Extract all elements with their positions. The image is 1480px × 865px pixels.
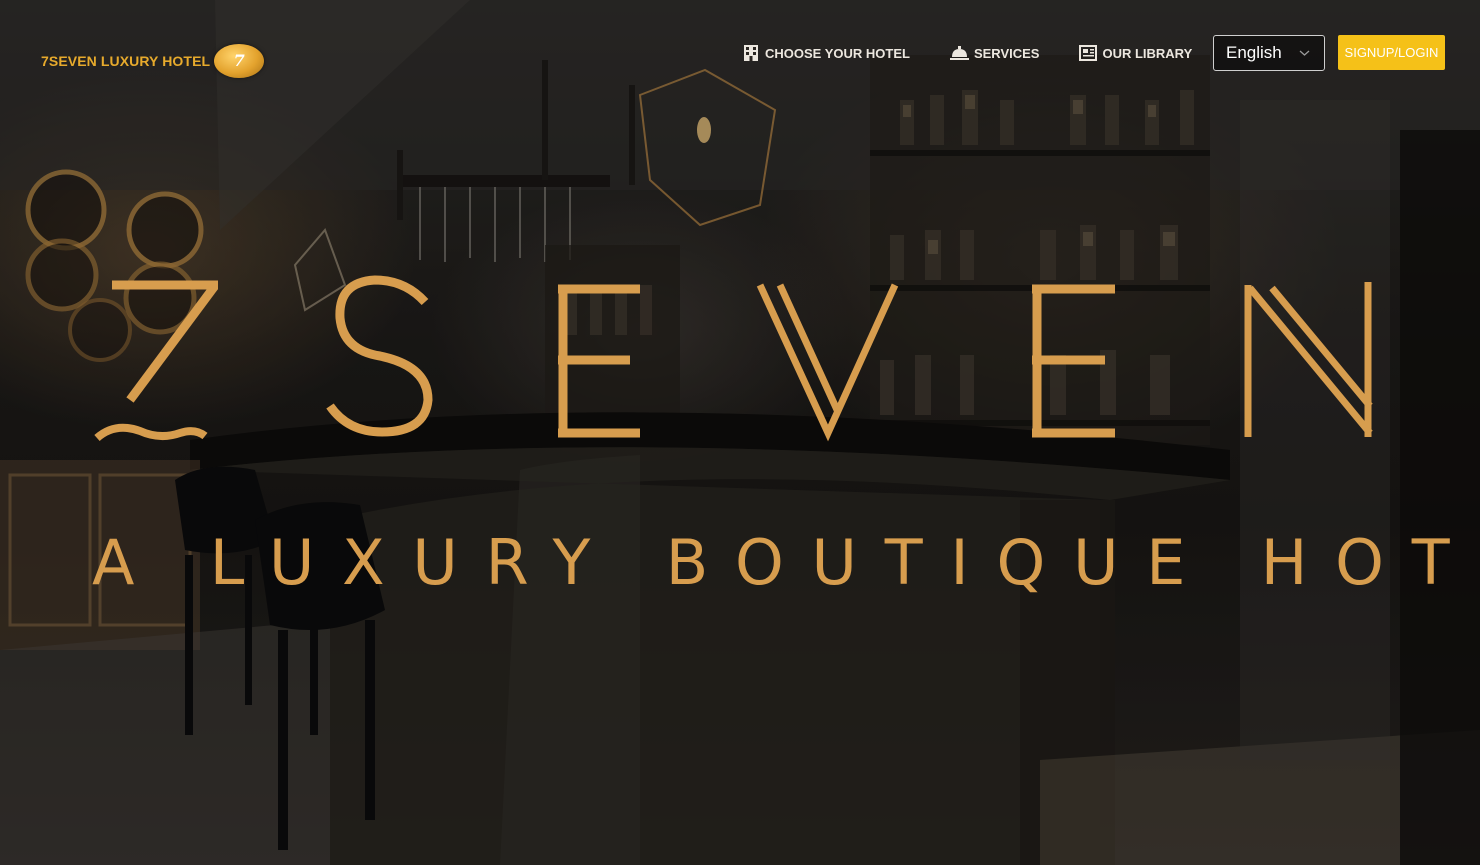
- hero-tagline: A LUXURY BOUTIQUE HOTEL: [92, 526, 1480, 599]
- wordmark-seven-numeral: [94, 280, 218, 442]
- hero-wordmark: [94, 275, 1373, 442]
- landing-page: 7SEVEN LUXURY HOTEL 7 CHOOSE YOUR HOTEL …: [0, 0, 1480, 865]
- wordmark-letter-v: [756, 283, 899, 442]
- wordmark-letter-e: [558, 284, 640, 438]
- wordmark-letter-e-2: [1032, 284, 1115, 438]
- wordmark-letter-s: [326, 275, 433, 437]
- wordmark-letter-n: [1244, 282, 1373, 437]
